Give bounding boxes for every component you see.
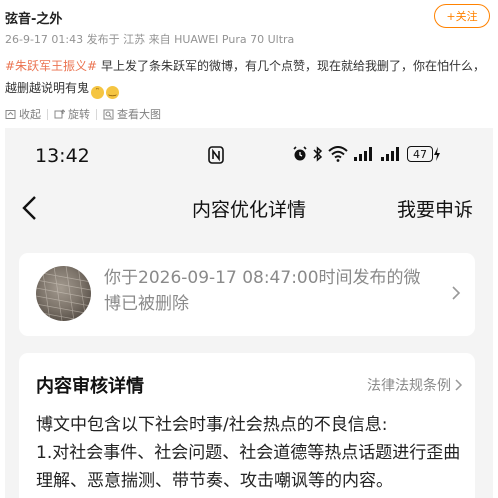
status-icons: 47: [292, 146, 441, 162]
rotate-icon: [54, 108, 65, 118]
collapse-button[interactable]: 收起: [5, 106, 41, 122]
battery-level: 47: [407, 146, 433, 162]
collapse-label: 收起: [19, 108, 41, 121]
deleted-notice: 你于2026-09-17 08:47:00时间发布的微博已被删除: [104, 268, 421, 314]
wifi-icon: [328, 146, 348, 162]
image-actions: 收起 旋转 查看大图: [5, 106, 161, 122]
collapse-icon: [5, 109, 16, 119]
chevron-right-icon: [455, 379, 463, 391]
view-large-button[interactable]: 查看大图: [103, 106, 161, 122]
status-bar: 13:42 47: [5, 128, 493, 180]
weibo-post: 弦音-之外 26-9-17 01:43 发布于 江苏 来自 HUAWEI Pur…: [0, 0, 498, 498]
law-link-label: 法律法规条例: [367, 378, 451, 394]
chevron-right-icon: [452, 286, 461, 300]
signal-icon: [354, 147, 372, 161]
post-meta: 26-9-17 01:43 发布于 江苏 来自 HUAWEI Pura 70 U…: [5, 33, 295, 46]
author-name[interactable]: 弦音-之外: [5, 8, 62, 27]
charging-icon: [434, 147, 440, 161]
follow-button[interactable]: +关注: [434, 4, 490, 28]
law-regulations-link[interactable]: 法律法规条例: [367, 375, 463, 395]
nfc-icon: [208, 146, 224, 164]
alarm-icon: [293, 146, 307, 161]
divider: [47, 108, 48, 120]
magnifier-icon: [103, 109, 114, 119]
status-time: 13:42: [35, 145, 90, 167]
bluetooth-icon: [313, 146, 323, 162]
review-details-card: 内容审核详情 法律法规条例 博文中包含以下社会时事/社会热点的不良信息: 1.对…: [19, 353, 475, 498]
appeal-button[interactable]: 我要申诉: [397, 195, 473, 222]
divider: [96, 108, 97, 120]
battery-indicator: 47: [407, 146, 441, 162]
cat-emoji-icon: ᵔ: [91, 86, 105, 99]
signal-icon-2: [381, 147, 399, 161]
nav-bar: 内容优化详情 我要申诉: [5, 183, 493, 233]
post-thumbnail: [36, 266, 91, 321]
post-text: #朱跃军王振义# 早上发了条朱跃军的微博，有几个点赞，现在就给我删了，你在怕什么…: [5, 55, 493, 99]
smile-emoji-icon: ‿: [106, 86, 120, 99]
review-body: 博文中包含以下社会时事/社会热点的不良信息: 1.对社会事件、社会问题、社会道德…: [36, 415, 461, 491]
deleted-post-card[interactable]: 你于2026-09-17 08:47:00时间发布的微博已被删除: [19, 253, 475, 336]
rotate-label: 旋转: [68, 108, 90, 121]
phone-screenshot[interactable]: 13:42 47 内容优化详情 我要申诉 你于2026-09-17 08:47:…: [5, 128, 493, 498]
review-title: 内容审核详情: [36, 376, 144, 397]
view-large-label: 查看大图: [117, 108, 161, 121]
hashtag-link[interactable]: #朱跃军王振义#: [5, 59, 97, 73]
rotate-button[interactable]: 旋转: [54, 106, 90, 122]
